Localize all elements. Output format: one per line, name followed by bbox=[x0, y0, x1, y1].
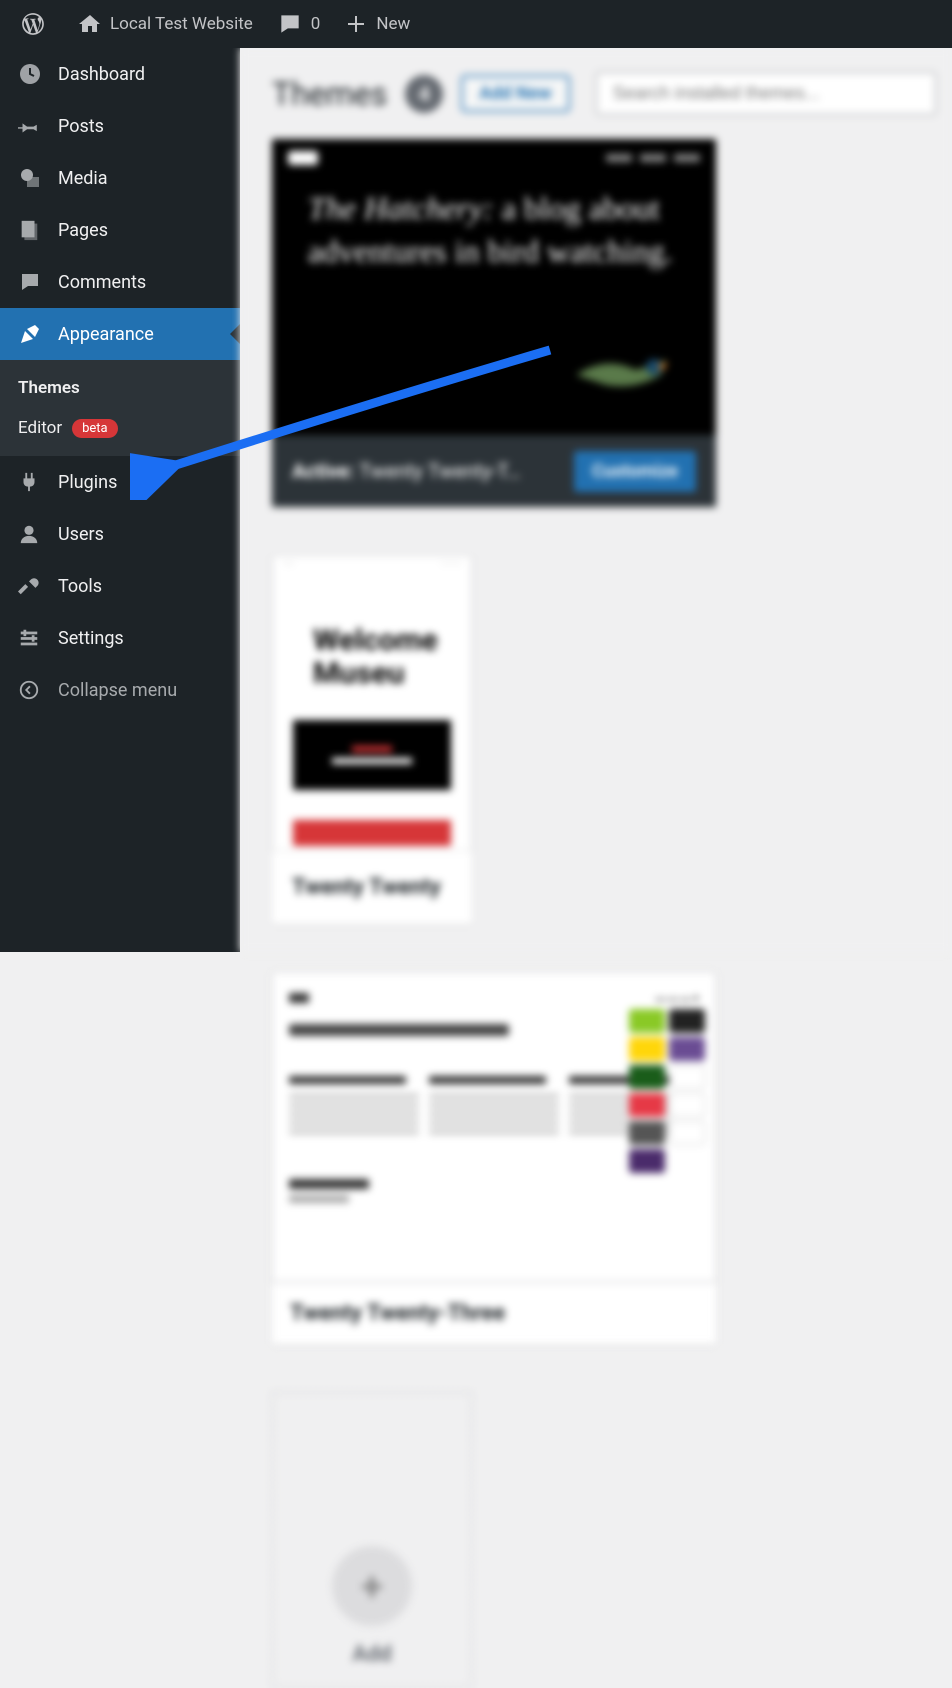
add-theme-preview: + Add bbox=[272, 1392, 472, 1688]
theme-preview: ——— — — Welcome Museu bbox=[272, 555, 472, 851]
plus-icon bbox=[344, 12, 368, 36]
theme-name: Twenty Twenty bbox=[272, 851, 472, 924]
plugins-icon bbox=[18, 471, 46, 493]
submenu-editor[interactable]: Editor beta bbox=[0, 408, 240, 448]
sidebar-item-label: Posts bbox=[58, 116, 104, 137]
search-themes-input[interactable] bbox=[596, 72, 936, 115]
site-link[interactable]: Local Test Website bbox=[66, 0, 265, 48]
theme-card[interactable]: ▬ ▬ ▬ ● Twenty Twenty-Three bbox=[272, 972, 716, 1344]
site-title: Local Test Website bbox=[110, 14, 253, 34]
media-icon bbox=[18, 166, 46, 190]
sidebar-item-users[interactable]: Users bbox=[0, 508, 240, 560]
sidebar-item-label: Dashboard bbox=[58, 64, 145, 85]
new-label: New bbox=[376, 14, 410, 34]
sidebar-item-media[interactable]: Media bbox=[0, 152, 240, 204]
users-icon bbox=[18, 523, 46, 545]
collapse-label: Collapse menu bbox=[58, 680, 177, 701]
active-theme-status: Active: Twenty Twenty-T… bbox=[292, 459, 520, 483]
new-link[interactable]: New bbox=[332, 0, 422, 48]
sidebar-item-pages[interactable]: Pages bbox=[0, 204, 240, 256]
theme-preview: ▬ ▬ ▬ ● bbox=[272, 972, 716, 1282]
customize-button[interactable]: Customize bbox=[574, 451, 696, 492]
comments-link[interactable]: 0 bbox=[265, 0, 333, 48]
appearance-icon bbox=[18, 322, 46, 346]
theme-count-badge: 4 bbox=[405, 75, 443, 113]
sidebar-item-label: Plugins bbox=[58, 472, 117, 493]
theme-card-active[interactable]: The Hatchery: a blog about adventures in… bbox=[272, 139, 716, 507]
bird-icon bbox=[566, 345, 676, 395]
comments-icon bbox=[18, 270, 46, 294]
tools-icon bbox=[18, 575, 46, 597]
sidebar-item-comments[interactable]: Comments bbox=[0, 256, 240, 308]
page-title: Themes bbox=[272, 75, 387, 113]
sidebar-item-posts[interactable]: Posts bbox=[0, 100, 240, 152]
pages-icon bbox=[18, 219, 46, 241]
comments-count: 0 bbox=[311, 14, 321, 34]
sidebar-item-label: Pages bbox=[58, 220, 108, 241]
sidebar-item-appearance[interactable]: Appearance bbox=[0, 308, 240, 360]
theme-preview: The Hatchery: a blog about adventures in… bbox=[272, 139, 716, 435]
add-theme-card[interactable]: + Add bbox=[272, 1392, 472, 1688]
collapse-menu[interactable]: Collapse menu bbox=[0, 664, 240, 716]
beta-badge: beta bbox=[72, 419, 118, 438]
sidebar-item-label: Tools bbox=[58, 576, 102, 597]
sidebar-item-label: Users bbox=[58, 524, 104, 545]
theme-card[interactable]: ——— — — Welcome Museu Twenty Twenty bbox=[272, 555, 472, 924]
settings-icon bbox=[18, 627, 46, 649]
wordpress-icon bbox=[20, 11, 46, 37]
sidebar-item-plugins[interactable]: Plugins bbox=[0, 456, 240, 508]
sidebar-item-label: Media bbox=[58, 168, 108, 189]
sidebar-item-label: Comments bbox=[58, 272, 146, 293]
dashboard-icon bbox=[18, 62, 46, 86]
sidebar-item-settings[interactable]: Settings bbox=[0, 612, 240, 664]
wp-logo[interactable] bbox=[8, 0, 66, 48]
pin-icon bbox=[18, 115, 46, 137]
sidebar-item-label: Appearance bbox=[58, 324, 154, 345]
sidebar-item-dashboard[interactable]: Dashboard bbox=[0, 48, 240, 100]
add-new-button[interactable]: Add New bbox=[461, 75, 569, 112]
sidebar-item-tools[interactable]: Tools bbox=[0, 560, 240, 612]
appearance-submenu: Themes Editor beta bbox=[0, 360, 240, 456]
comment-icon bbox=[277, 11, 303, 37]
home-icon bbox=[78, 12, 102, 36]
submenu-themes[interactable]: Themes bbox=[0, 368, 240, 408]
theme-name: Twenty Twenty-Three bbox=[272, 1282, 716, 1344]
sidebar-item-label: Settings bbox=[58, 628, 124, 649]
collapse-icon bbox=[18, 679, 46, 701]
